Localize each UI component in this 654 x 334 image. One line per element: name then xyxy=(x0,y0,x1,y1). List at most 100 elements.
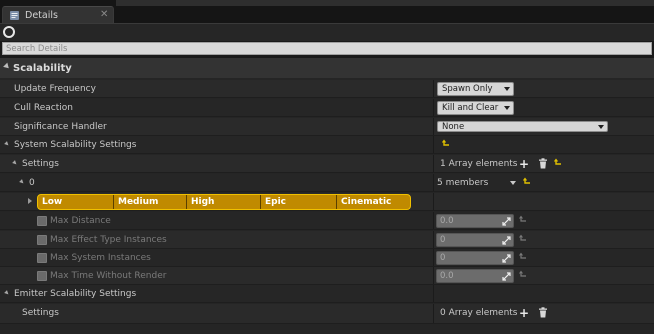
property-emitter-scalability-settings: Emitter Scalability Settings xyxy=(0,285,654,303)
trash-icon[interactable] xyxy=(538,307,548,318)
combo-value: Kill and Clear xyxy=(442,103,499,113)
cull-reaction-combo[interactable]: Kill and Clear xyxy=(437,101,514,115)
property-max-time-without-render: Max Time Without Render 0.0 xyxy=(0,267,654,285)
close-icon[interactable]: ✕ xyxy=(100,9,108,20)
collapse-arrow-icon[interactable] xyxy=(4,290,10,296)
add-element-icon[interactable]: + xyxy=(519,157,529,171)
lock-icon[interactable] xyxy=(3,26,15,38)
max-time-without-render-checkbox[interactable] xyxy=(37,271,47,281)
chevron-down-icon xyxy=(504,87,510,91)
expand-icon[interactable] xyxy=(502,236,511,245)
collapse-arrow-icon[interactable] xyxy=(4,141,10,147)
property-label: Max System Instances xyxy=(50,253,151,263)
quality-level-bar: Low Medium High Epic Cinematic xyxy=(37,194,411,210)
property-label: Significance Handler xyxy=(14,122,107,132)
chevron-down-icon[interactable] xyxy=(510,181,516,185)
column-divider xyxy=(433,80,434,97)
column-divider xyxy=(433,99,434,116)
array-count: 1 Array elements xyxy=(440,159,518,169)
column-divider xyxy=(433,155,434,172)
quality-level-low[interactable]: Low xyxy=(38,195,113,209)
column-divider xyxy=(433,304,434,323)
expand-icon[interactable] xyxy=(502,217,511,226)
property-cull-reaction: Cull Reaction Kill and Clear xyxy=(0,99,654,117)
expand-arrow-icon[interactable] xyxy=(28,198,32,204)
chevron-down-icon xyxy=(598,125,604,129)
property-label: Emitter Scalability Settings xyxy=(14,289,137,299)
column-divider xyxy=(433,174,434,191)
category-scalability[interactable]: Scalability xyxy=(0,58,654,78)
column-divider xyxy=(433,285,434,302)
property-settings-array: Settings 1 Array elements + xyxy=(0,155,654,173)
reset-to-default-icon[interactable] xyxy=(518,252,528,262)
property-max-system-instances: Max System Instances 0 xyxy=(0,249,654,267)
quality-level-high[interactable]: High xyxy=(186,195,260,209)
property-label: Settings xyxy=(22,159,59,169)
quality-level-medium[interactable]: Medium xyxy=(113,195,186,209)
field-value: 0 xyxy=(440,253,446,263)
column-divider xyxy=(433,249,434,266)
combo-value: Spawn Only xyxy=(442,84,493,94)
update-frequency-combo[interactable]: Spawn Only xyxy=(437,82,514,96)
property-label: Cull Reaction xyxy=(14,103,73,113)
array-count: 0 Array elements xyxy=(440,308,518,318)
search-box xyxy=(2,42,652,55)
collapse-arrow-icon[interactable] xyxy=(19,179,25,185)
trash-icon[interactable] xyxy=(538,158,548,169)
expand-icon[interactable] xyxy=(502,254,511,263)
reset-to-default-icon[interactable] xyxy=(441,139,451,149)
max-time-without-render-field[interactable]: 0.0 xyxy=(436,269,514,283)
tab-bar-strip xyxy=(116,0,654,6)
significance-handler-combo[interactable]: None xyxy=(437,121,608,132)
quality-levels-row: Low Medium High Epic Cinematic xyxy=(0,193,654,211)
max-effect-type-instances-checkbox[interactable] xyxy=(37,235,47,245)
column-divider xyxy=(433,212,434,229)
expand-icon[interactable] xyxy=(502,272,511,281)
property-max-effect-type-instances: Max Effect Type Instances 0 xyxy=(0,231,654,249)
combo-value: None xyxy=(442,122,465,132)
property-label: Update Frequency xyxy=(14,84,96,94)
property-emitter-settings-array: Settings 0 Array elements + xyxy=(0,304,654,324)
max-distance-checkbox[interactable] xyxy=(37,216,47,226)
element-index: 0 xyxy=(29,178,35,188)
column-divider xyxy=(433,136,434,153)
quality-level-epic[interactable]: Epic xyxy=(260,195,336,209)
max-system-instances-field[interactable]: 0 xyxy=(436,251,514,265)
property-label: Max Time Without Render xyxy=(50,271,167,281)
column-divider xyxy=(433,267,434,284)
column-divider xyxy=(433,193,434,210)
property-significance-handler: Significance Handler None xyxy=(0,118,654,136)
field-value: 0.0 xyxy=(440,271,454,281)
property-label: Max Distance xyxy=(50,216,111,226)
property-update-frequency: Update Frequency Spawn Only xyxy=(0,80,654,98)
collapse-arrow-icon[interactable] xyxy=(3,62,11,71)
max-distance-field[interactable]: 0.0 xyxy=(436,214,514,228)
quality-level-cinematic[interactable]: Cinematic xyxy=(336,195,410,209)
field-value: 0.0 xyxy=(440,216,454,226)
array-element-0: 0 5 members xyxy=(0,174,654,192)
property-label: Settings xyxy=(22,308,59,318)
element-members: 5 members xyxy=(437,178,489,188)
column-divider xyxy=(433,118,434,135)
column-divider xyxy=(433,231,434,248)
field-value: 0 xyxy=(440,235,446,245)
reset-to-default-icon[interactable] xyxy=(518,270,528,280)
collapse-arrow-icon[interactable] xyxy=(12,160,18,166)
reset-to-default-icon[interactable] xyxy=(518,234,528,244)
property-label: Max Effect Type Instances xyxy=(50,235,167,245)
search-input[interactable] xyxy=(6,43,646,54)
property-system-scalability-settings: System Scalability Settings xyxy=(0,136,654,154)
category-label: Scalability xyxy=(13,63,72,74)
max-effect-type-instances-field[interactable]: 0 xyxy=(436,233,514,247)
details-toolbar xyxy=(0,23,654,41)
reset-to-default-icon[interactable] xyxy=(522,177,532,187)
tab-bar: Details ✕ xyxy=(0,0,654,24)
details-icon xyxy=(10,11,19,20)
max-system-instances-checkbox[interactable] xyxy=(37,253,47,263)
reset-to-default-icon[interactable] xyxy=(518,215,528,225)
tab-details[interactable]: Details ✕ xyxy=(2,6,114,24)
reset-to-default-icon[interactable] xyxy=(553,158,563,168)
property-max-distance: Max Distance 0.0 xyxy=(0,212,654,230)
property-label: System Scalability Settings xyxy=(14,140,137,150)
add-element-icon[interactable]: + xyxy=(519,306,529,320)
